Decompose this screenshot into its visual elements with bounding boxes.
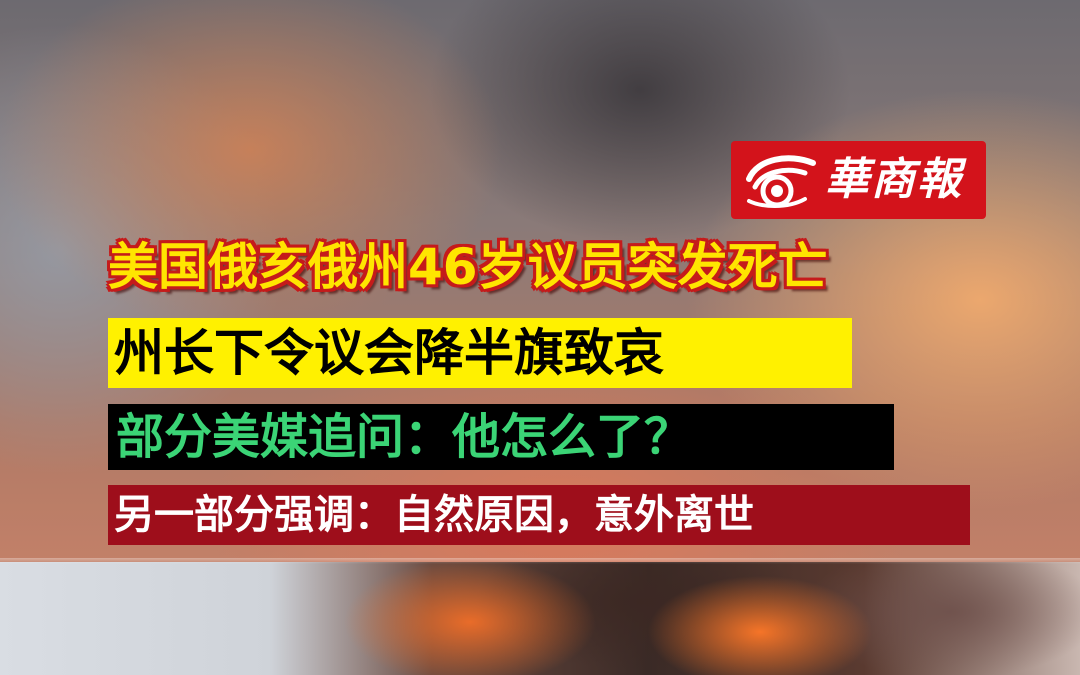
headline-line-1: 美国俄亥俄州46岁议员突发死亡 [108, 238, 828, 296]
fire-scene-background [0, 562, 1080, 675]
video-frame: 華商報 美国俄亥俄州46岁议员突发死亡 州长下令议会降半旗致哀 部分美媒追问：他… [0, 0, 1080, 675]
huashang-bao-logo: 華商報 [731, 141, 986, 219]
headline-line-4: 另一部分强调：自然原因，意外离世 [108, 485, 970, 545]
headline-line-2: 州长下令议会降半旗致哀 [108, 318, 852, 388]
frame-divider [0, 558, 1080, 564]
headline-line-3: 部分美媒追问：他怎么了？ [108, 404, 894, 470]
rooster-icon [746, 155, 816, 208]
logo-text: 華商報 [825, 154, 963, 205]
